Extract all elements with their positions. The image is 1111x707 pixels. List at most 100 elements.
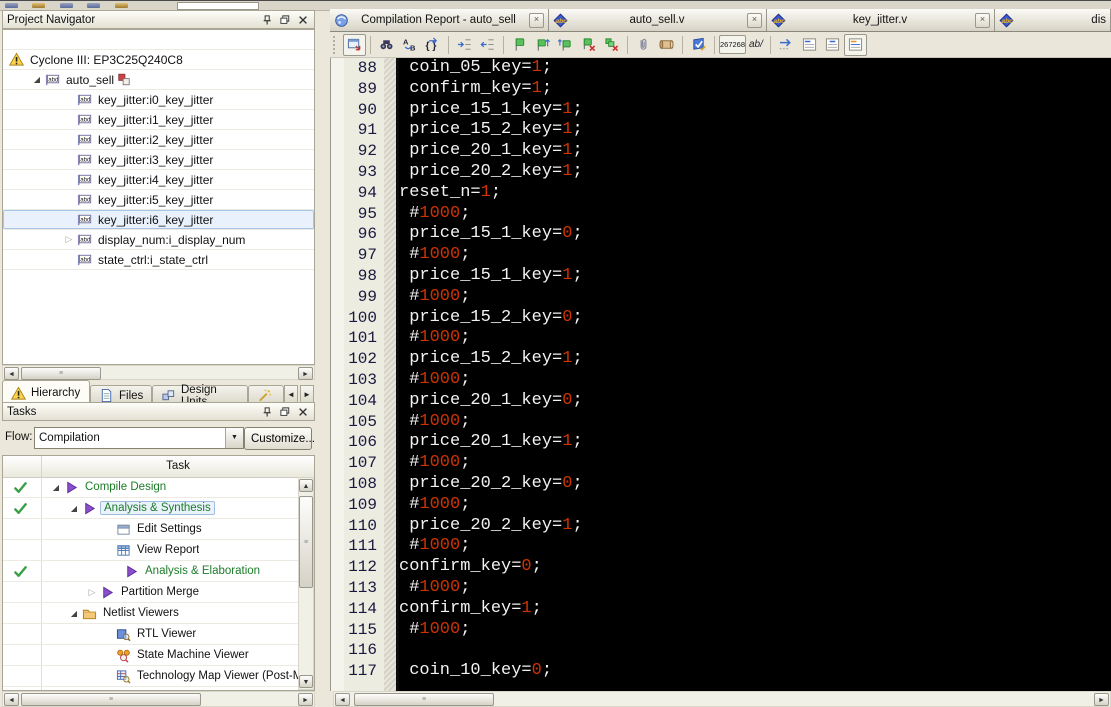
bookmark-delete-icon[interactable] (577, 34, 600, 56)
task-row[interactable]: ◢ Netlist Viewers (3, 603, 298, 624)
tab-close-icon[interactable]: × (529, 12, 544, 28)
document-tab[interactable]: Compilation Report - auto_sell × (330, 9, 549, 31)
code-line[interactable]: coin_05_key=1; (399, 58, 1111, 79)
code-line[interactable]: price_15_1_key=1; (399, 100, 1111, 121)
code-line[interactable]: price_15_2_key=0; (399, 308, 1111, 329)
code-line[interactable]: #1000; (399, 328, 1111, 349)
close-icon[interactable] (295, 405, 310, 419)
scrollbar-thumb[interactable]: ≡ (21, 367, 101, 380)
code-line[interactable]: confirm_key=1; (399, 599, 1111, 620)
tree-item[interactable]: abd key_jitter:i2_key_jitter (3, 130, 314, 150)
float-window-icon[interactable] (277, 13, 292, 27)
code-editor[interactable]: coin_05_key=1; confirm_key=1; price_15_1… (399, 58, 1111, 691)
whitespace-toggle-icon[interactable]: ab/ (746, 39, 766, 50)
pin-icon[interactable] (259, 405, 274, 419)
code-line[interactable]: confirm_key=0; (399, 557, 1111, 578)
document-tab[interactable]: abc auto_sell.v × (549, 9, 767, 31)
tree-item[interactable]: abd key_jitter:i6_key_jitter (3, 210, 314, 230)
expand-icon[interactable]: ▷ (84, 587, 100, 598)
document-tab[interactable]: abc dis (995, 9, 1111, 31)
bookmark-delete-all-icon[interactable] (600, 34, 623, 56)
float-window-icon[interactable] (277, 405, 292, 419)
document-tab[interactable]: abc key_jitter.v × (767, 9, 995, 31)
code-line[interactable]: #1000; (399, 245, 1111, 266)
collapse-icon[interactable]: ◢ (48, 483, 64, 492)
pin-icon[interactable] (259, 13, 274, 27)
code-line[interactable]: price_20_2_key=0; (399, 474, 1111, 495)
code-line[interactable]: price_20_1_key=1; (399, 432, 1111, 453)
indent-icon[interactable] (453, 34, 476, 56)
task-row[interactable]: ▷Design Assistant (Post-Mapping) (3, 687, 298, 690)
code-line[interactable]: #1000; (399, 287, 1111, 308)
outdent-icon[interactable] (476, 34, 499, 56)
code-line[interactable]: price_20_2_key=1; (399, 162, 1111, 183)
code-line[interactable]: price_20_1_key=0; (399, 391, 1111, 412)
attach-note-icon[interactable] (632, 34, 655, 56)
scrollbar-thumb[interactable]: ≡ (354, 693, 494, 706)
scroll-right-icon[interactable]: ► (298, 367, 313, 380)
task-vscrollbar[interactable]: ▲ ≡ ▼ (298, 477, 314, 690)
scroll-right-icon[interactable]: ► (1094, 693, 1109, 706)
tree-item[interactable]: abd key_jitter:i4_key_jitter (3, 170, 314, 190)
scrollbar-thumb[interactable]: ≡ (299, 496, 313, 588)
code-line[interactable]: price_15_2_key=1; (399, 120, 1111, 141)
bookmark-next-icon[interactable] (531, 34, 554, 56)
bookmark-toggle-icon[interactable] (508, 34, 531, 56)
collapse-icon[interactable]: ◢ (66, 609, 82, 618)
macro-record-icon[interactable] (655, 34, 678, 56)
task-row[interactable]: Technology Map Viewer (Post-Ma (3, 666, 298, 687)
code-line[interactable]: confirm_key=1; (399, 79, 1111, 100)
code-line[interactable]: price_15_1_key=1; (399, 266, 1111, 287)
code-line[interactable]: #1000; (399, 536, 1111, 557)
chevron-down-icon[interactable]: ▼ (225, 428, 243, 448)
scroll-right-icon[interactable]: ► (298, 693, 313, 706)
scroll-left-icon[interactable]: ◄ (335, 693, 350, 706)
goto-line-icon[interactable] (775, 34, 798, 56)
code-line[interactable]: price_15_2_key=1; (399, 349, 1111, 370)
tree-item[interactable]: abd key_jitter:i3_key_jitter (3, 150, 314, 170)
code-line[interactable]: price_15_1_key=0; (399, 224, 1111, 245)
collapse-icon[interactable]: ◢ (29, 75, 45, 84)
format-doc-2-icon[interactable] (821, 34, 844, 56)
toolbar-grip[interactable] (333, 35, 339, 54)
find-icon[interactable] (375, 34, 398, 56)
code-line[interactable]: price_20_2_key=1; (399, 516, 1111, 537)
tree-item[interactable]: abd key_jitter:i5_key_jitter (3, 190, 314, 210)
code-line[interactable]: #1000; (399, 412, 1111, 433)
code-line[interactable]: #1000; (399, 453, 1111, 474)
match-brace-icon[interactable]: { } (421, 34, 444, 56)
scroll-left-icon[interactable]: ◄ (4, 693, 19, 706)
task-row[interactable]: View Report (3, 540, 298, 561)
tab-close-icon[interactable]: × (747, 12, 762, 28)
task-hscrollbar[interactable]: ◄ ≡ ► (2, 691, 315, 707)
scroll-left-icon[interactable]: ◄ (4, 367, 19, 380)
task-row[interactable]: RTL Viewer (3, 624, 298, 645)
open-in-main-window-icon[interactable] (343, 33, 366, 56)
code-line[interactable]: price_20_1_key=1; (399, 141, 1111, 162)
scroll-up-icon[interactable]: ▲ (299, 479, 313, 492)
flow-select[interactable]: Compilation ▼ (34, 427, 244, 449)
tree-item[interactable]: Cyclone III: EP3C25Q240C8 (3, 50, 314, 70)
project-navigator-hscrollbar[interactable]: ◄ ≡ ► (2, 365, 315, 380)
close-icon[interactable] (295, 13, 310, 27)
replace-icon[interactable]: AB (398, 34, 421, 56)
scrollbar-thumb[interactable]: ≡ (21, 693, 201, 706)
tab-close-icon[interactable]: × (975, 12, 990, 28)
code-line[interactable] (399, 640, 1111, 661)
tree-item[interactable]: ◢ abd auto_sell (3, 70, 314, 90)
line-count-badge[interactable]: 267 268 (719, 35, 746, 54)
tree-item[interactable]: abd key_jitter:i0_key_jitter (3, 90, 314, 110)
format-doc-1-icon[interactable] (798, 34, 821, 56)
tree-item[interactable]: ▷ abd display_num:i_display_num (3, 230, 314, 250)
code-line[interactable]: #1000; (399, 204, 1111, 225)
code-line[interactable]: #1000; (399, 495, 1111, 516)
code-line[interactable]: #1000; (399, 370, 1111, 391)
code-line[interactable]: #1000; (399, 578, 1111, 599)
tree-item[interactable]: abd key_jitter:i1_key_jitter (3, 110, 314, 130)
expand-icon[interactable]: ▷ (61, 234, 77, 245)
code-line[interactable]: reset_n=1; (399, 183, 1111, 204)
editor-hscrollbar[interactable]: ◄ ≡ ► (333, 691, 1111, 707)
code-line[interactable]: coin_10_key=0; (399, 661, 1111, 682)
tree-item[interactable]: abd state_ctrl:i_state_ctrl (3, 250, 314, 270)
task-row[interactable]: ▷ Partition Merge (3, 582, 298, 603)
